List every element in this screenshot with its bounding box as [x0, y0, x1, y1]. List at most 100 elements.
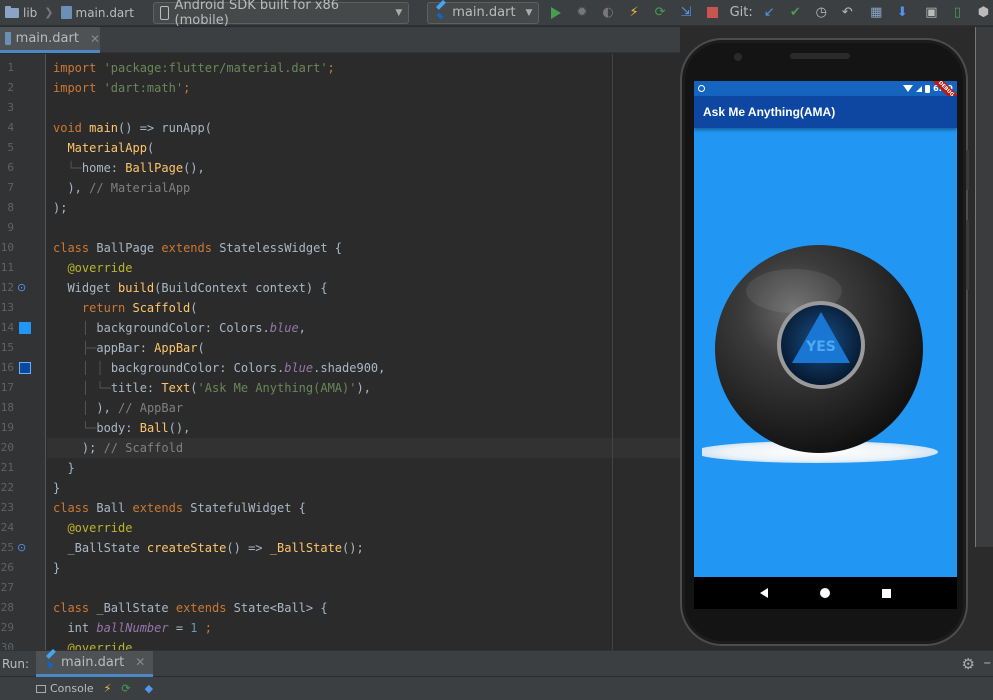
close-icon[interactable]: ✕: [90, 32, 100, 46]
avd-manager-button[interactable]: ▯: [948, 3, 967, 23]
close-icon[interactable]: ✕: [135, 655, 145, 669]
code-line[interactable]: ); // Scaffold: [47, 438, 680, 458]
code-line[interactable]: import 'package:flutter/material.dart';: [47, 58, 680, 78]
code-line[interactable]: }: [47, 558, 680, 578]
dart-file-icon: [5, 32, 11, 45]
color-swatch-icon[interactable]: [19, 322, 31, 334]
code-editor[interactable]: import 'package:flutter/material.dart'; i…: [47, 54, 680, 650]
device-screen[interactable]: 6:29 DEBUG Ask Me Anything(AMA): [694, 81, 957, 577]
code-line[interactable]: }: [47, 478, 680, 498]
console-toolbar: Console ⚡ ⟳ ◆: [0, 677, 993, 700]
line-number: 10: [0, 241, 14, 254]
color-swatch-icon[interactable]: [19, 362, 31, 374]
code-line[interactable]: └─body: Ball(),: [47, 418, 680, 438]
lightning-icon[interactable]: ⚡: [104, 682, 112, 695]
attach-debugger-button[interactable]: ⇲: [677, 3, 696, 23]
code-line[interactable]: @override: [47, 258, 680, 278]
minimize-icon[interactable]: –: [984, 653, 992, 671]
volume-button[interactable]: [966, 220, 969, 290]
code-line[interactable]: int ballNumber = 1 ;: [47, 618, 680, 638]
project-structure-button[interactable]: ▦: [867, 3, 886, 23]
run-tab-main-dart[interactable]: main.dart ✕: [36, 650, 154, 677]
breadcrumb-file[interactable]: main.dart: [56, 0, 139, 26]
git-update-button[interactable]: ↙: [760, 3, 779, 23]
code-line[interactable]: │ └─title: Text('Ask Me Anything(AMA)'),: [47, 378, 680, 398]
code-line[interactable]: [47, 98, 680, 118]
git-history-button[interactable]: ◷: [812, 3, 831, 23]
code-line[interactable]: void main() => runApp(: [47, 118, 680, 138]
cell-signal-icon: [916, 85, 923, 92]
line-number: 13: [0, 301, 14, 314]
run-label: Run:: [2, 656, 30, 671]
gear-icon[interactable]: ⚙: [962, 655, 975, 673]
code-line[interactable]: _BallState createState() => _BallState()…: [47, 538, 680, 558]
cube-icon: ⬢: [977, 5, 990, 20]
code-line[interactable]: Widget build(BuildContext context) {: [47, 278, 680, 298]
code-line[interactable]: [47, 578, 680, 598]
power-button[interactable]: [966, 150, 969, 190]
line-number: 20: [0, 441, 14, 454]
code-line[interactable]: MaterialApp(: [47, 138, 680, 158]
sdk-manager-button[interactable]: ⬇: [893, 3, 912, 23]
code-line[interactable]: import 'dart:math';: [47, 78, 680, 98]
breadcrumb-file-label: main.dart: [75, 5, 134, 20]
code-line[interactable]: @override: [47, 638, 680, 650]
line-number: 21: [0, 461, 14, 474]
breadcrumb-lib[interactable]: lib: [0, 0, 42, 26]
line-number: 12: [0, 281, 14, 294]
line-number: 23: [0, 501, 14, 514]
android-nav-bar: [694, 577, 957, 609]
device-explorer-button[interactable]: ⬢: [974, 3, 993, 23]
console-tab[interactable]: Console: [0, 682, 94, 695]
code-line[interactable]: return Scaffold(: [47, 298, 680, 318]
home-icon[interactable]: [820, 588, 830, 598]
emulator-side-toolbar[interactable]: [975, 27, 993, 547]
stop-button[interactable]: [703, 3, 722, 23]
breadcrumb-lib-label: lib: [23, 5, 38, 20]
code-line[interactable]: └─home: BallPage(),: [47, 158, 680, 178]
magic-ball-image[interactable]: YES: [702, 211, 950, 471]
attach-icon: ⇲: [680, 5, 692, 20]
tab-main-dart[interactable]: main.dart ✕: [0, 27, 100, 53]
code-line[interactable]: [47, 218, 680, 238]
code-line[interactable]: │ │ backgroundColor: Colors.blue.shade90…: [47, 358, 680, 378]
arrow-down-left-icon: ↙: [763, 5, 775, 20]
code-line[interactable]: @override: [47, 518, 680, 538]
code-line[interactable]: class Ball extends StatefulWidget {: [47, 498, 680, 518]
restart-icon[interactable]: ⟳: [121, 682, 130, 695]
git-rollback-button[interactable]: ↶: [838, 3, 857, 23]
line-number-gutter[interactable]: 1 2 3 4 5 6 7 8 9 10 11 12 ⊙ 13 14 15 16 17 18 19 20 21 22 23 24…: [0, 54, 46, 650]
profile-button[interactable]: ◐: [599, 3, 618, 23]
line-number: 3: [7, 101, 14, 114]
bug-icon: ✹: [576, 5, 588, 20]
dart-devtools-icon[interactable]: ◆: [145, 682, 153, 695]
code-line[interactable]: }: [47, 458, 680, 478]
hot-restart-button[interactable]: ⟳: [651, 3, 670, 23]
speaker-grille: [790, 53, 850, 59]
debug-button[interactable]: ✹: [572, 3, 591, 23]
line-number: 6: [7, 161, 14, 174]
device-selector[interactable]: Android SDK built for x86 (mobile) ▼: [152, 0, 410, 28]
hot-reload-button[interactable]: ⚡: [625, 3, 644, 23]
flutter-icon: [44, 656, 56, 668]
code-line[interactable]: );: [47, 198, 680, 218]
camera-icon: [734, 53, 742, 61]
code-line[interactable]: │ ), // AppBar: [47, 398, 680, 418]
run-config-selector[interactable]: main.dart ▼: [427, 1, 540, 24]
code-line[interactable]: │ backgroundColor: Colors.blue,: [47, 318, 680, 338]
terminal-button[interactable]: ▣: [922, 3, 941, 23]
terminal-icon: ▣: [925, 5, 938, 20]
override-icon[interactable]: ⊙: [17, 542, 29, 554]
code-line[interactable]: class BallPage extends StatelessWidget {: [47, 238, 680, 258]
back-icon[interactable]: [760, 588, 768, 598]
recents-icon[interactable]: [882, 588, 891, 598]
code-line[interactable]: class _BallState extends State<Ball> {: [47, 598, 680, 618]
override-icon[interactable]: ⊙: [17, 282, 29, 294]
code-line[interactable]: ), // MaterialApp: [47, 178, 680, 198]
line-number: 29: [0, 621, 14, 634]
git-commit-button[interactable]: ✔: [786, 3, 805, 23]
run-button[interactable]: [546, 3, 565, 23]
wifi-icon: [903, 85, 914, 92]
chevron-down-icon: ▼: [525, 7, 533, 18]
code-line[interactable]: ├─appBar: AppBar(: [47, 338, 680, 358]
